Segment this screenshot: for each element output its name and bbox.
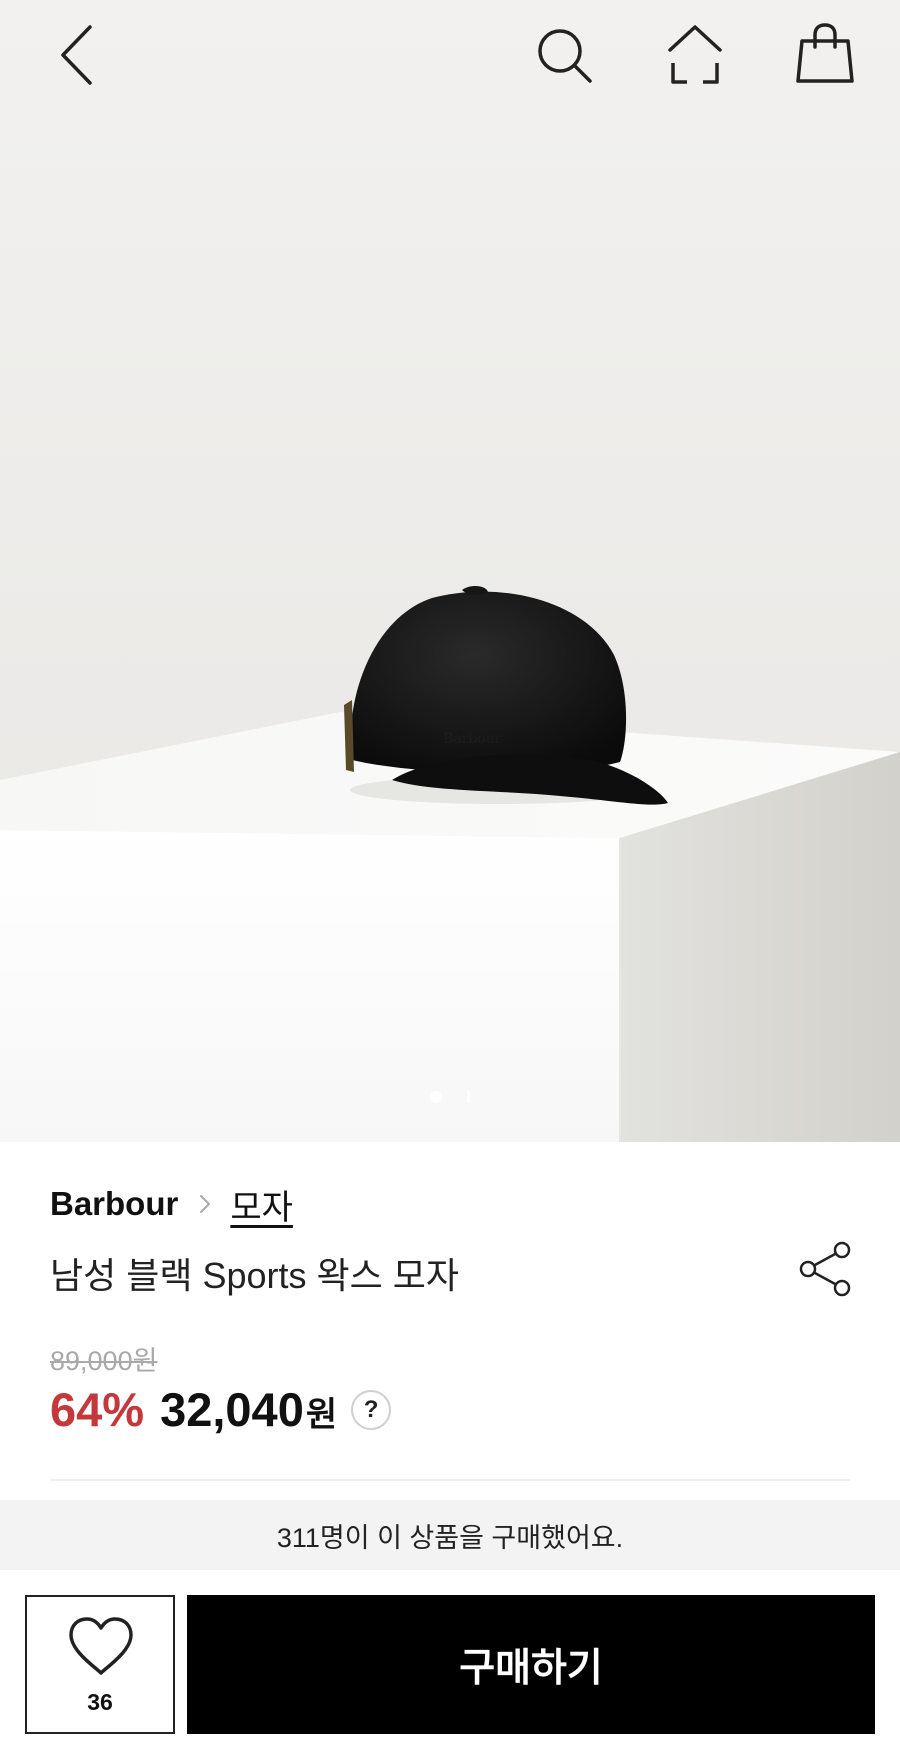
price-help-button[interactable]: ? xyxy=(351,1389,392,1430)
price-row: 64% 32,040 원 ? xyxy=(50,1382,392,1437)
top-navigation-bar xyxy=(0,0,900,110)
category-link[interactable]: 모자 xyxy=(230,1180,293,1229)
divider xyxy=(50,1479,850,1481)
back-button[interactable] xyxy=(35,15,115,95)
buy-button[interactable]: 구매하기 xyxy=(187,1595,875,1734)
product-photo: Barbour xyxy=(0,0,900,1142)
product-title: 남성 블랙 Sports 왁스 모자 xyxy=(50,1255,460,1296)
back-icon xyxy=(61,25,92,85)
currency-unit: 원 xyxy=(305,1396,338,1434)
like-button[interactable]: 36 xyxy=(25,1595,175,1734)
search-icon xyxy=(538,29,592,83)
home-icon xyxy=(668,25,722,84)
product-image-gallery[interactable]: Barbour xyxy=(0,0,900,1142)
like-count: 36 xyxy=(87,1689,113,1715)
shopping-bag-button[interactable] xyxy=(785,15,865,95)
purchase-count-banner: 311명이 이 상품을 구매했어요. xyxy=(0,1500,900,1570)
shopping-bag-icon xyxy=(796,23,854,83)
bottom-action-bar: 36 구매하기 xyxy=(0,1570,900,1760)
chevron-right-icon xyxy=(200,1195,211,1213)
heart-icon xyxy=(69,1617,133,1675)
purchase-count-text: 311명이 이 상품을 구매했어요. xyxy=(276,1522,624,1553)
share-icon xyxy=(799,1241,851,1297)
brand-link[interactable]: Barbour xyxy=(50,1185,178,1223)
original-price: 89,000원 xyxy=(50,1346,158,1376)
cap-logo-text: Barbour xyxy=(443,731,502,747)
breadcrumb: Barbour 모자 xyxy=(50,1184,293,1227)
sale-price: 32,040 xyxy=(160,1383,304,1436)
pager-dot-active[interactable] xyxy=(430,1091,442,1103)
share-button[interactable] xyxy=(795,1239,855,1299)
discount-rate: 64% xyxy=(50,1383,145,1436)
pager-dot[interactable] xyxy=(467,1091,470,1103)
gallery-pager xyxy=(0,1090,900,1104)
home-button[interactable] xyxy=(655,15,735,95)
search-button[interactable] xyxy=(524,15,604,95)
